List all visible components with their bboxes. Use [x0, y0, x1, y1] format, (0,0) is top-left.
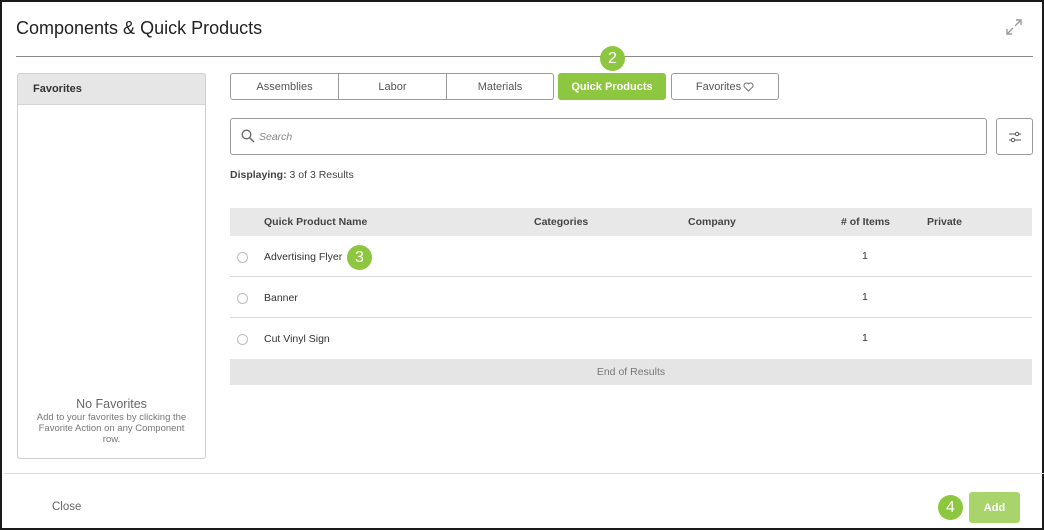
favorites-empty-title: No Favorites: [76, 397, 147, 411]
tab-favorites-label: Favorites: [695, 80, 742, 93]
row-name: Cut Vinyl Sign: [264, 333, 330, 345]
column-header-categories[interactable]: Categories: [534, 216, 588, 228]
row-select-radio[interactable]: [237, 252, 248, 263]
row-name: Advertising Flyer: [264, 251, 343, 263]
end-of-results: End of Results: [230, 359, 1032, 385]
close-button[interactable]: Close: [52, 501, 81, 513]
table-header: Quick Product Name Categories Company # …: [230, 208, 1032, 236]
results-count-label: Displaying:: [230, 169, 287, 181]
step-badge-3: 3: [347, 245, 372, 270]
filter-button[interactable]: [996, 118, 1033, 155]
column-header-name[interactable]: Quick Product Name: [264, 216, 367, 228]
tab-favorites[interactable]: Favorites: [671, 73, 779, 100]
favorites-empty-description: Add to your favorites by clicking the Fa…: [36, 412, 187, 445]
column-header-company[interactable]: Company: [688, 216, 736, 228]
favorites-panel-header: Favorites: [18, 74, 205, 105]
results-count-text: 3 of 3 Results: [289, 169, 354, 181]
table-row[interactable]: Cut Vinyl Sign 1: [230, 318, 1032, 359]
header-divider: [16, 56, 1033, 57]
row-items: 1: [862, 332, 868, 344]
column-header-items[interactable]: # of Items: [841, 216, 890, 228]
heart-icon: [743, 82, 754, 92]
step-badge-2: 2: [600, 46, 625, 71]
search-icon: [241, 129, 255, 143]
dialog: Components & Quick Products Favorites No…: [0, 0, 1044, 530]
table-row[interactable]: Banner 1: [230, 277, 1032, 318]
tab-group: Assemblies Labor Materials: [230, 73, 554, 100]
tab-materials[interactable]: Materials: [447, 73, 554, 100]
footer-divider: [4, 473, 1044, 474]
favorites-panel: Favorites No Favorites Add to your favor…: [17, 73, 206, 459]
row-name: Banner: [264, 292, 298, 304]
add-button[interactable]: Add: [969, 492, 1020, 523]
column-header-private[interactable]: Private: [927, 216, 962, 228]
results-count: Displaying: 3 of 3 Results: [230, 169, 354, 181]
row-select-radio[interactable]: [237, 334, 248, 345]
dialog-title: Components & Quick Products: [16, 18, 263, 38]
tab-quick-products[interactable]: Quick Products: [558, 73, 666, 100]
row-items: 1: [862, 250, 868, 262]
component-tabs: Assemblies Labor Materials Quick Product…: [230, 73, 779, 100]
step-badge-4: 4: [938, 495, 963, 520]
quick-products-table: Quick Product Name Categories Company # …: [230, 208, 1032, 385]
favorites-empty-state: No Favorites Add to your favorites by cl…: [18, 397, 205, 445]
tab-assemblies[interactable]: Assemblies: [230, 73, 339, 100]
filter-icon: [1009, 131, 1021, 143]
search-input[interactable]: [259, 127, 959, 147]
tab-labor[interactable]: Labor: [339, 73, 447, 100]
row-select-radio[interactable]: [237, 293, 248, 304]
search-box: [230, 118, 987, 155]
row-items: 1: [862, 291, 868, 303]
expand-icon[interactable]: [1005, 18, 1023, 36]
